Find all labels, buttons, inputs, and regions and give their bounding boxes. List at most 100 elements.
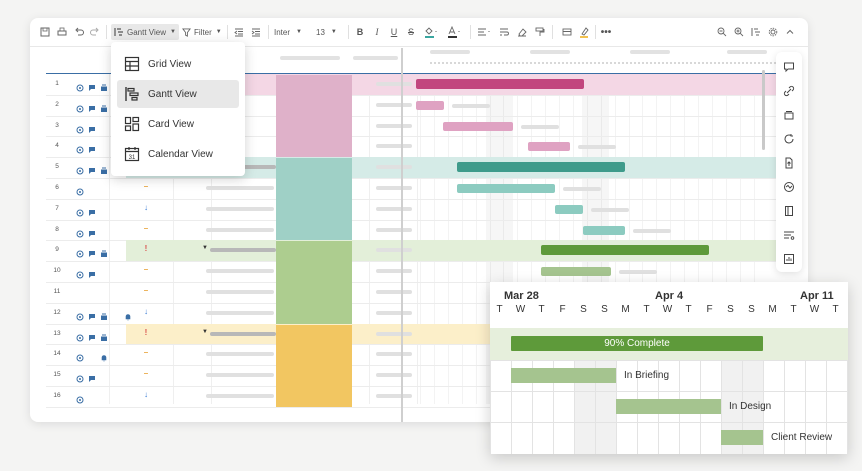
bold-icon[interactable]: B: [354, 24, 366, 40]
gantt-bar-in-briefing[interactable]: [511, 368, 616, 383]
stack-icon[interactable]: [100, 329, 108, 341]
chat-icon[interactable]: [88, 329, 96, 341]
comment-icon[interactable]: [76, 162, 84, 175]
gantt-bar-in-design[interactable]: [616, 399, 721, 414]
chat-icon[interactable]: [88, 121, 96, 133]
table-row[interactable]: 7 ↓: [46, 199, 792, 221]
stack-icon[interactable]: [100, 245, 108, 258]
gantt-summary-bar[interactable]: [416, 79, 584, 89]
gantt-summary-bar[interactable]: [457, 162, 625, 173]
stack-icon[interactable]: [100, 308, 108, 320]
chat-icon[interactable]: [88, 100, 96, 112]
gantt-task-bar[interactable]: [416, 100, 444, 110]
fill-color-icon[interactable]: [422, 24, 442, 40]
chat-icon[interactable]: [88, 245, 96, 258]
gantt-summary-bar[interactable]: [541, 245, 709, 256]
attachment-stack-icon[interactable]: [782, 108, 796, 122]
menu-item-card-view[interactable]: Card View: [117, 110, 239, 138]
chat-icon[interactable]: [88, 225, 96, 237]
stack-icon[interactable]: [100, 79, 108, 91]
table-row[interactable]: 6–: [46, 178, 792, 200]
comment-icon[interactable]: [76, 121, 84, 134]
status-column-block[interactable]: [276, 241, 352, 324]
card-icon[interactable]: [561, 24, 573, 40]
book-icon[interactable]: [782, 204, 796, 218]
comment-icon[interactable]: [76, 391, 84, 404]
chevron-up-icon[interactable]: [784, 24, 796, 40]
comment-icon[interactable]: [76, 266, 84, 279]
chat-icon[interactable]: [88, 141, 96, 154]
chat-icon[interactable]: [88, 266, 96, 279]
underline-icon[interactable]: U: [388, 24, 400, 40]
comment-icon[interactable]: [76, 79, 84, 92]
table-row[interactable]: 10 –: [46, 261, 792, 283]
gantt-task-bar[interactable]: [583, 225, 625, 235]
status-column-block[interactable]: [276, 75, 352, 158]
gantt-task-bar[interactable]: [528, 142, 570, 152]
zoom-out-icon[interactable]: [716, 24, 728, 40]
strikethrough-icon[interactable]: S: [405, 24, 417, 40]
link-icon[interactable]: [782, 84, 796, 98]
collapse-arrow-icon[interactable]: ▼: [202, 329, 208, 335]
gantt-task-bar[interactable]: [555, 204, 583, 214]
highlight-icon[interactable]: [578, 24, 590, 40]
refresh-icon[interactable]: [782, 132, 796, 146]
chat-icon[interactable]: [88, 79, 96, 91]
stack-icon[interactable]: [100, 162, 108, 175]
chat-icon[interactable]: [88, 204, 96, 216]
comment-icon[interactable]: [76, 349, 84, 362]
gantt-task-bar[interactable]: [443, 121, 513, 131]
comment-icon[interactable]: [76, 141, 84, 154]
comment-icon[interactable]: [76, 100, 84, 113]
more-icon[interactable]: •••: [599, 24, 613, 40]
bell-icon[interactable]: [100, 349, 108, 362]
format-painter-icon[interactable]: [534, 24, 546, 40]
collapse-arrow-icon[interactable]: ▼: [202, 245, 208, 251]
menu-item-grid-view[interactable]: Grid View: [117, 50, 239, 78]
chat-icon[interactable]: [88, 162, 96, 175]
vertical-scrollbar[interactable]: [762, 70, 765, 150]
comment-icon[interactable]: [76, 204, 84, 217]
chart-icon[interactable]: [782, 252, 796, 266]
gantt-task-bar[interactable]: [457, 184, 555, 193]
print-icon[interactable]: [56, 24, 68, 40]
gantt-split-divider[interactable]: [401, 48, 403, 422]
status-column-block[interactable]: [276, 324, 352, 407]
gantt-bar-summary[interactable]: 90% Complete: [511, 336, 763, 351]
menu-item-gantt-view[interactable]: Gantt View: [117, 80, 239, 108]
eraser-icon[interactable]: [516, 24, 528, 40]
font-size-select[interactable]: 13 ▼: [316, 24, 342, 40]
italic-icon[interactable]: I: [371, 24, 383, 40]
outdent-icon[interactable]: [233, 24, 245, 40]
comment-icon[interactable]: [76, 183, 84, 196]
wrap-text-icon[interactable]: [498, 24, 510, 40]
activity-icon[interactable]: [782, 180, 796, 194]
filter-button[interactable]: Filter ▼: [182, 24, 224, 40]
comment-icon[interactable]: [782, 60, 796, 74]
list-settings-icon[interactable]: [782, 228, 796, 242]
zoom-in-icon[interactable]: [733, 24, 745, 40]
chat-icon[interactable]: [88, 308, 96, 320]
gantt-bar-client-review[interactable]: [721, 430, 763, 445]
comment-icon[interactable]: [76, 329, 84, 342]
bell-icon[interactable]: [124, 308, 132, 321]
save-icon[interactable]: [39, 24, 51, 40]
view-switcher-button[interactable]: Gantt View ▼: [111, 24, 179, 40]
upload-file-icon[interactable]: [782, 156, 796, 170]
redo-icon[interactable]: [89, 24, 101, 40]
gantt-task-bar[interactable]: [541, 267, 611, 277]
chat-icon[interactable]: [88, 370, 96, 383]
comment-icon[interactable]: [76, 245, 84, 258]
gantt-settings-icon[interactable]: [750, 24, 762, 40]
status-column-block[interactable]: [276, 158, 352, 241]
undo-icon[interactable]: [73, 24, 85, 40]
table-row[interactable]: 8–: [46, 220, 792, 242]
menu-item-calendar-view[interactable]: 31 Calendar View: [117, 140, 239, 168]
text-color-icon[interactable]: [445, 24, 465, 40]
comment-icon[interactable]: [76, 308, 84, 321]
align-icon[interactable]: [476, 24, 494, 40]
gear-icon[interactable]: [767, 24, 779, 40]
comment-icon[interactable]: [76, 370, 84, 383]
comment-icon[interactable]: [76, 225, 84, 238]
font-family-select[interactable]: Inter ▼: [274, 24, 306, 40]
